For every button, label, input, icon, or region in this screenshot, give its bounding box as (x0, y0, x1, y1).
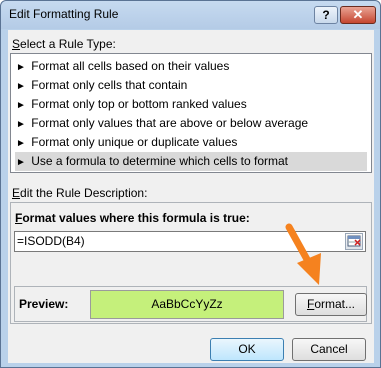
triangle-right-icon: ► (16, 138, 26, 149)
triangle-right-icon: ► (16, 62, 26, 73)
preview-label: Preview: (19, 297, 69, 311)
preview-area: Preview: AaBbCcYyZz Format... (14, 286, 367, 322)
annotation-arrow-icon (285, 223, 321, 285)
rule-type-list[interactable]: ► Format all cells based on their values… (10, 53, 372, 173)
rule-item[interactable]: ► Format all cells based on their values (15, 57, 367, 76)
triangle-right-icon: ► (16, 119, 26, 130)
dialog-window: Edit Formatting Rule ? ✕ Select a Rule T… (0, 0, 381, 368)
rule-description-label: Edit the Rule Description: (12, 186, 148, 200)
rule-item-selected[interactable]: ► Use a formula to determine which cells… (15, 152, 367, 171)
rule-item[interactable]: ► Format only cells that contain (15, 76, 367, 95)
range-select-icon (347, 235, 361, 247)
formula-heading: Format values where this formula is true… (15, 211, 250, 225)
triangle-right-icon: ► (16, 100, 26, 111)
triangle-right-icon: ► (16, 81, 26, 92)
dialog-body: Select a Rule Type: ► Format all cells b… (8, 30, 374, 363)
rule-item[interactable]: ► Format only unique or duplicate values (15, 133, 367, 152)
format-button[interactable]: Format... (295, 293, 367, 316)
rule-type-label: Select a Rule Type: (12, 37, 116, 51)
ok-button[interactable]: OK (210, 338, 284, 361)
help-button[interactable]: ? (314, 6, 338, 24)
dialog-title: Edit Formatting Rule (9, 7, 119, 21)
collapse-dialog-button[interactable] (345, 233, 363, 250)
title-bar[interactable]: Edit Formatting Rule ? ✕ (1, 1, 380, 29)
rule-item[interactable]: ► Format only values that are above or b… (15, 114, 367, 133)
rule-item[interactable]: ► Format only top or bottom ranked value… (15, 95, 367, 114)
formula-value: =ISODD(B4) (17, 234, 85, 248)
preview-sample: AaBbCcYyZz (90, 290, 284, 319)
triangle-right-icon: ► (16, 157, 26, 168)
cancel-button[interactable]: Cancel (292, 338, 366, 361)
close-button[interactable]: ✕ (340, 6, 376, 24)
